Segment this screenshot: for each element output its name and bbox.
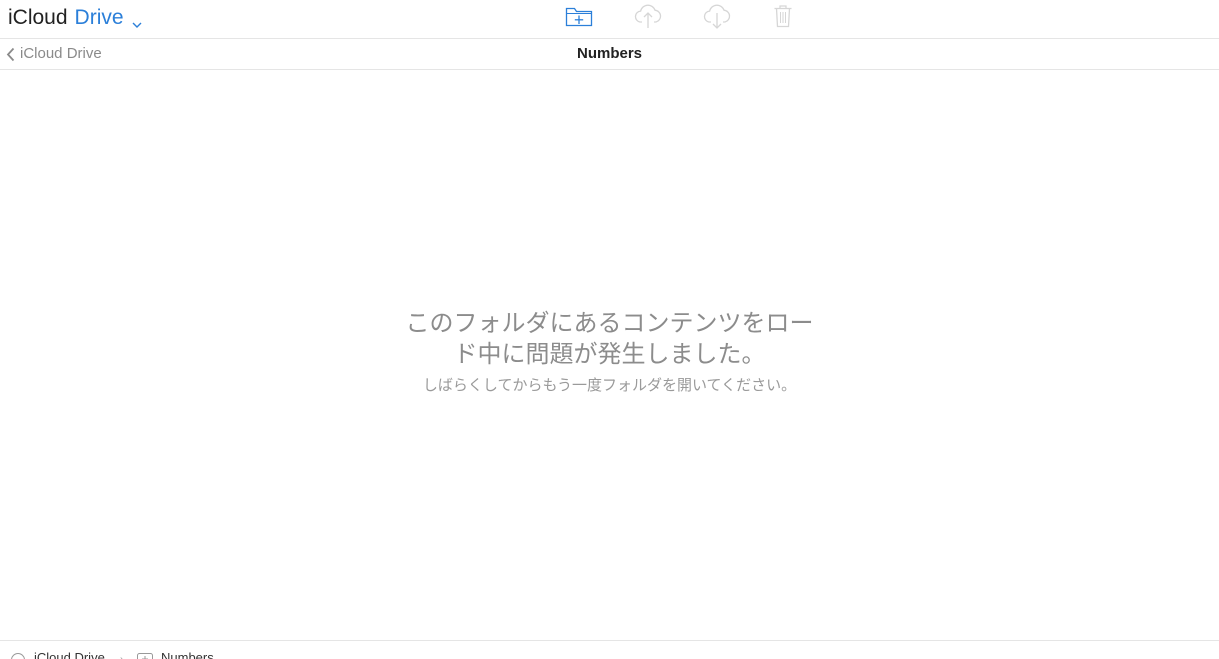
cloud-icon <box>10 652 26 659</box>
new-folder-button[interactable] <box>561 3 597 33</box>
delete-button[interactable] <box>765 3 801 33</box>
brand-label: iCloud <box>8 6 68 29</box>
chevron-down-icon <box>131 12 143 28</box>
top-header: iCloud Drive <box>0 0 1219 39</box>
path-separator: › <box>120 654 123 659</box>
cloud-upload-icon <box>633 3 663 34</box>
download-button[interactable] <box>699 3 735 33</box>
path-item-icloud-drive[interactable]: iCloud Drive <box>10 650 105 659</box>
icloud-drive-window: iCloud Drive iCloud Drive Numbers このフォルダ… <box>0 0 1219 659</box>
trash-icon <box>773 4 793 33</box>
app-switcher-title[interactable]: iCloud Drive <box>8 5 143 31</box>
path-bar: iCloud Drive › Numbers <box>0 640 1219 659</box>
cloud-download-icon <box>702 3 732 34</box>
error-subtitle: しばらくしてからもう一度フォルダを開いてください。 <box>422 376 797 394</box>
product-label: Drive <box>74 6 124 29</box>
upload-button[interactable] <box>630 3 666 33</box>
path-item-numbers[interactable]: Numbers <box>137 650 214 659</box>
folder-icon <box>137 652 153 659</box>
path-item-label: iCloud Drive <box>34 650 105 659</box>
folder-content: このフォルダにあるコンテンツをロード中に問題が発生しました。 しばらくしてからも… <box>0 70 1219 640</box>
folder-plus-icon <box>565 5 593 32</box>
folder-title: Numbers <box>576 45 643 62</box>
error-title: このフォルダにあるコンテンツをロード中に問題が発生しました。 <box>405 309 814 368</box>
navigation-bar: iCloud Drive Numbers <box>0 39 1219 70</box>
error-message: このフォルダにあるコンテンツをロード中に問題が発生しました。 しばらくしてからも… <box>0 308 1219 395</box>
path-item-label: Numbers <box>161 650 214 659</box>
